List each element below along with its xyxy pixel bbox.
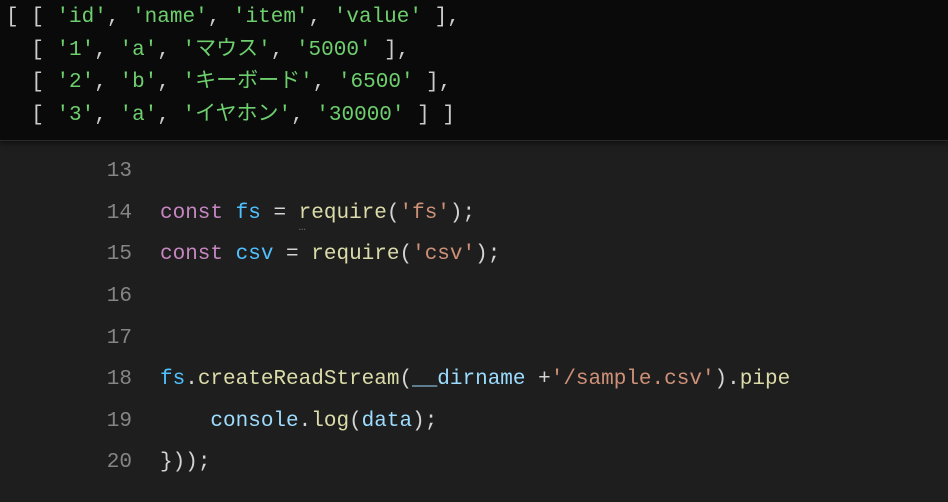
code-content[interactable]: console.log(data);	[160, 401, 948, 443]
code-line[interactable]: 15const csv = require('csv');	[0, 234, 948, 276]
terminal-line: [ '3', 'a', 'イヤホン', '30000' ] ]	[6, 100, 942, 133]
code-content[interactable]: const csv = require('csv');	[160, 234, 948, 276]
code-content[interactable]	[160, 318, 948, 360]
code-line[interactable]: 20}));	[0, 442, 948, 484]
code-editor[interactable]: 1314const fs = require('fs');15const csv…	[0, 141, 948, 484]
code-content[interactable]: fs.createReadStream(__dirname +'/sample.…	[160, 359, 948, 401]
code-content[interactable]: }));	[160, 442, 948, 484]
code-line[interactable]: 14const fs = require('fs');	[0, 193, 948, 235]
line-number: 18	[0, 359, 160, 401]
code-content[interactable]	[160, 276, 948, 318]
code-line[interactable]: 16	[0, 276, 948, 318]
terminal-line: [ '2', 'b', 'キーボード', '6500' ],	[6, 67, 942, 100]
code-content[interactable]	[160, 151, 948, 193]
terminal-line: [ '1', 'a', 'マウス', '5000' ],	[6, 35, 942, 68]
line-number: 15	[0, 234, 160, 276]
code-line[interactable]: 18fs.createReadStream(__dirname +'/sampl…	[0, 359, 948, 401]
code-line[interactable]: 17	[0, 318, 948, 360]
line-number: 16	[0, 276, 160, 318]
terminal-output-panel: [ [ 'id', 'name', 'item', 'value' ], [ '…	[0, 0, 948, 141]
terminal-line: [ [ 'id', 'name', 'item', 'value' ],	[6, 2, 942, 35]
line-number: 20	[0, 442, 160, 484]
line-number: 19	[0, 401, 160, 443]
line-number: 13	[0, 151, 160, 193]
line-number: 17	[0, 318, 160, 360]
code-content[interactable]: const fs = require('fs');	[160, 193, 948, 235]
code-line[interactable]: 13	[0, 151, 948, 193]
line-number: 14	[0, 193, 160, 235]
code-line[interactable]: 19 console.log(data);	[0, 401, 948, 443]
